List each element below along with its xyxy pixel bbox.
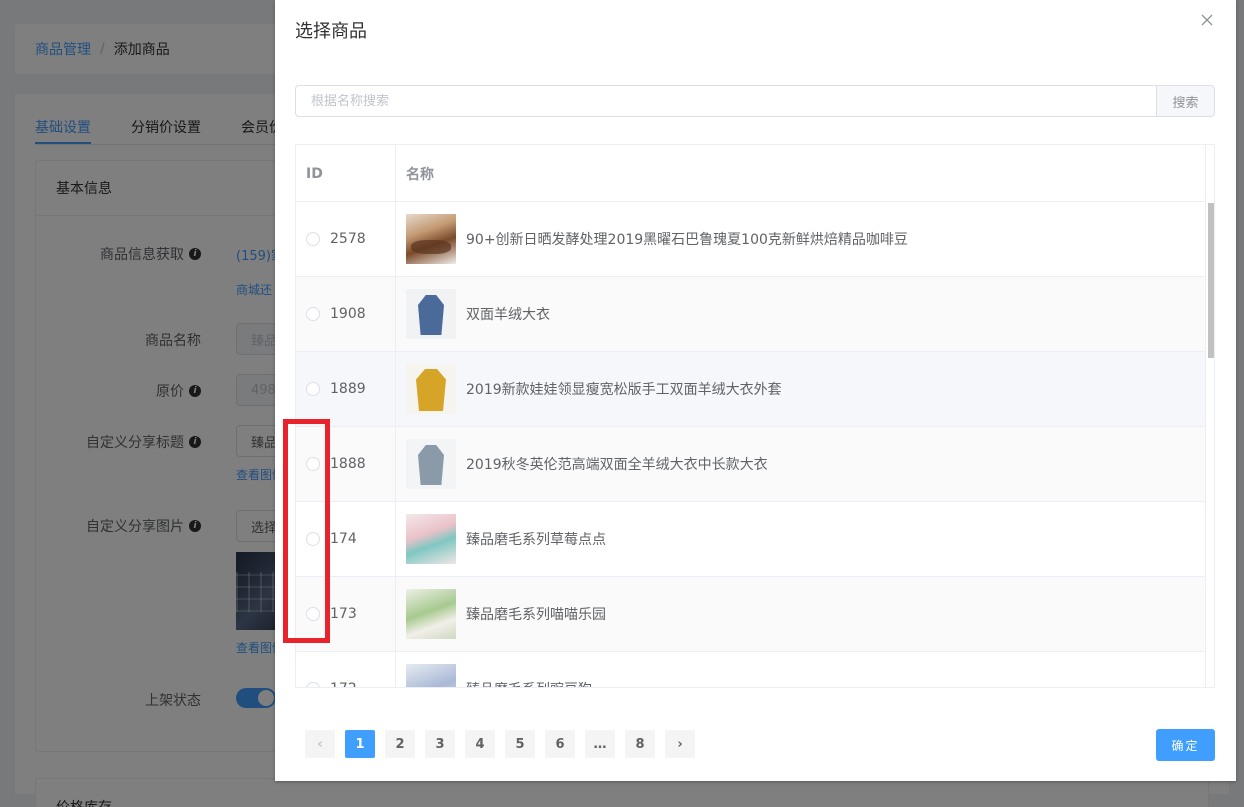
close-icon[interactable] [1200, 13, 1216, 29]
prev-page-button[interactable]: ‹ [305, 730, 335, 758]
page-5[interactable]: 5 [505, 730, 535, 758]
page-8[interactable]: 8 [625, 730, 655, 758]
name-cell: 2019新款娃娃领显瘦宽松版手工双面羊绒大衣外套 [396, 352, 1206, 426]
annotation-highlight-box [283, 419, 330, 643]
row-radio[interactable] [306, 232, 320, 246]
product-thumbnail [406, 439, 456, 489]
row-radio[interactable] [306, 682, 320, 687]
table-row[interactable]: 1889 2019新款娃娃领显瘦宽松版手工双面羊绒大衣外套 [296, 352, 1206, 427]
product-name: 90+创新日晒发酵处理2019黑曜石巴鲁瑰夏100克新鲜烘焙精品咖啡豆 [466, 232, 908, 248]
id-cell: 2578 [296, 202, 396, 276]
table-row[interactable]: 172 臻品磨毛系列豌豆狗 [296, 652, 1206, 687]
id-cell: 172 [296, 652, 396, 687]
page-4[interactable]: 4 [465, 730, 495, 758]
next-page-button[interactable]: › [665, 730, 695, 758]
product-thumbnail [406, 589, 456, 639]
product-thumbnail [406, 514, 456, 564]
search-bar: 搜索 [295, 85, 1215, 117]
table-row[interactable]: 1908 双面羊绒大衣 [296, 277, 1206, 352]
name-cell: 臻品磨毛系列草莓点点 [396, 502, 1206, 576]
id-cell: 1889 [296, 352, 396, 426]
product-id: 173 [330, 606, 357, 622]
page-2[interactable]: 2 [385, 730, 415, 758]
product-id: 172 [330, 681, 357, 687]
product-name: 臻品磨毛系列豌豆狗 [466, 679, 592, 687]
product-thumbnail [406, 364, 456, 414]
name-cell: 臻品磨毛系列喵喵乐园 [396, 577, 1206, 651]
page-1[interactable]: 1 [345, 730, 375, 758]
pagination: ‹ 1 2 3 4 5 6 … 8 › [305, 730, 705, 758]
product-id: 1889 [330, 381, 366, 397]
confirm-button[interactable]: 确定 [1156, 729, 1215, 761]
table-row[interactable]: 174 臻品磨毛系列草莓点点 [296, 502, 1206, 577]
column-header-name: 名称 [406, 166, 434, 183]
name-cell: 双面羊绒大衣 [396, 277, 1206, 351]
page-6[interactable]: 6 [545, 730, 575, 758]
search-input[interactable] [295, 85, 1156, 117]
table-body: 2578 90+创新日晒发酵处理2019黑曜石巴鲁瑰夏100克新鲜烘焙精品咖啡豆… [296, 202, 1206, 687]
more-pages-ellipsis[interactable]: … [585, 730, 615, 758]
product-table: ID 名称 2578 90+创新日晒发酵处理2019黑曜石巴鲁瑰夏100克新鲜烘… [295, 144, 1215, 688]
product-name: 臻品磨毛系列草莓点点 [466, 532, 606, 548]
product-id: 2578 [330, 231, 366, 247]
product-thumbnail [406, 664, 456, 687]
table-row[interactable]: 1888 2019秋冬英伦范高端双面全羊绒大衣中长款大衣 [296, 427, 1206, 502]
product-thumbnail [406, 214, 456, 264]
product-id: 174 [330, 531, 357, 547]
product-name: 双面羊绒大衣 [466, 307, 550, 323]
row-radio[interactable] [306, 382, 320, 396]
table-row[interactable]: 173 臻品磨毛系列喵喵乐园 [296, 577, 1206, 652]
product-name: 臻品磨毛系列喵喵乐园 [466, 607, 606, 623]
table-header: ID 名称 [296, 145, 1206, 202]
scrollbar-thumb[interactable] [1208, 203, 1214, 358]
dialog-title: 选择商品 [295, 21, 367, 42]
page-3[interactable]: 3 [425, 730, 455, 758]
row-radio[interactable] [306, 307, 320, 321]
name-cell: 臻品磨毛系列豌豆狗 [396, 652, 1206, 687]
search-button[interactable]: 搜索 [1156, 85, 1215, 117]
id-cell: 1908 [296, 277, 396, 351]
table-scrollbar[interactable] [1205, 202, 1214, 687]
column-header-id: ID [296, 145, 396, 202]
product-id: 1908 [330, 306, 366, 322]
table-row[interactable]: 2578 90+创新日晒发酵处理2019黑曜石巴鲁瑰夏100克新鲜烘焙精品咖啡豆 [296, 202, 1206, 277]
name-cell: 2019秋冬英伦范高端双面全羊绒大衣中长款大衣 [396, 427, 1206, 501]
product-thumbnail [406, 289, 456, 339]
select-product-dialog: 选择商品 搜索 ID 名称 2578 90+创新日晒发酵处理2019黑曜石巴鲁瑰… [275, 0, 1236, 781]
product-name: 2019秋冬英伦范高端双面全羊绒大衣中长款大衣 [466, 457, 768, 473]
product-name: 2019新款娃娃领显瘦宽松版手工双面羊绒大衣外套 [466, 382, 782, 398]
product-id: 1888 [330, 456, 366, 472]
name-cell: 90+创新日晒发酵处理2019黑曜石巴鲁瑰夏100克新鲜烘焙精品咖啡豆 [396, 202, 1206, 276]
header-gutter [1205, 145, 1214, 202]
